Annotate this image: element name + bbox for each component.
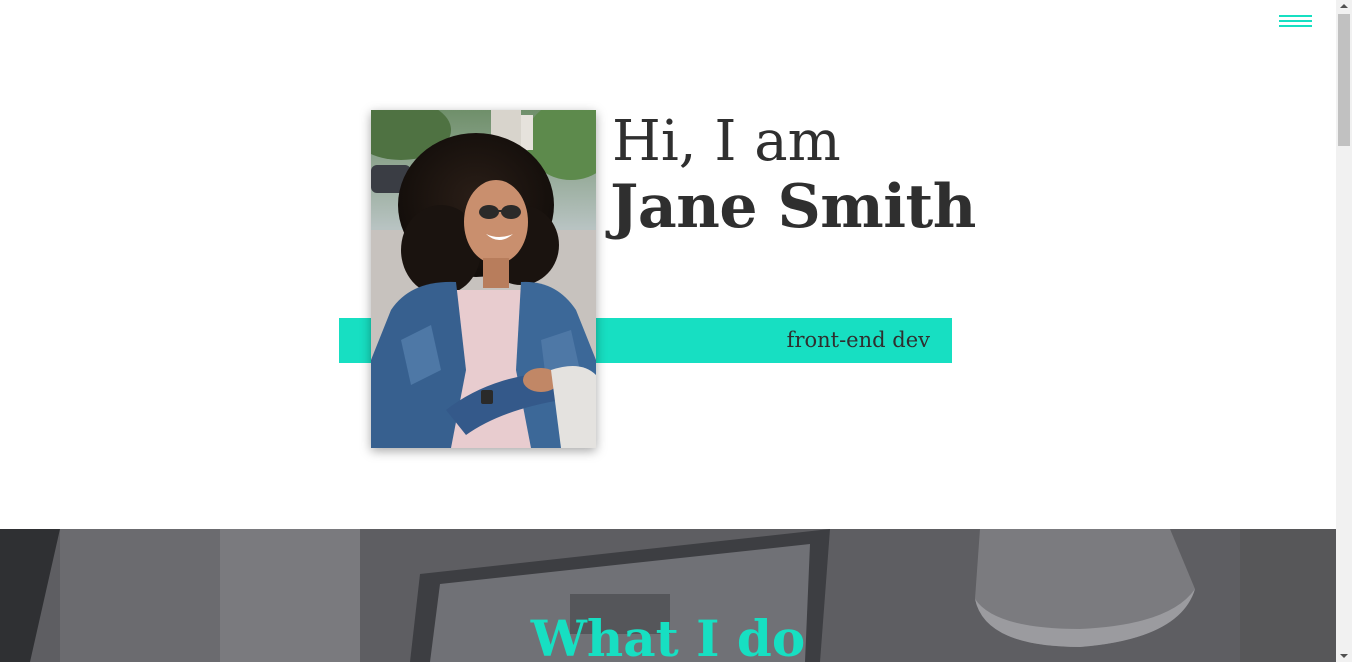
- page: front-end dev Hi, I am Jane Smith What I…: [0, 0, 1336, 662]
- hamburger-menu-icon[interactable]: [1279, 15, 1312, 30]
- profile-photo-image: [371, 110, 596, 448]
- vertical-scrollbar[interactable]: [1336, 0, 1352, 662]
- hero-greeting: Hi, I am: [612, 109, 841, 174]
- menu-bar: [1279, 20, 1312, 22]
- hero-name: Jane Smith: [610, 172, 976, 242]
- menu-bar: [1279, 25, 1312, 27]
- what-i-do-section: What I do: [0, 529, 1336, 662]
- profile-photo: [371, 110, 596, 448]
- scroll-down-arrow-icon[interactable]: [1340, 654, 1348, 658]
- scroll-up-arrow-icon[interactable]: [1340, 4, 1348, 8]
- menu-bar: [1279, 15, 1312, 17]
- role-text: front-end dev: [786, 328, 930, 352]
- section-title: What I do: [530, 609, 806, 662]
- scrollbar-thumb[interactable]: [1338, 14, 1350, 146]
